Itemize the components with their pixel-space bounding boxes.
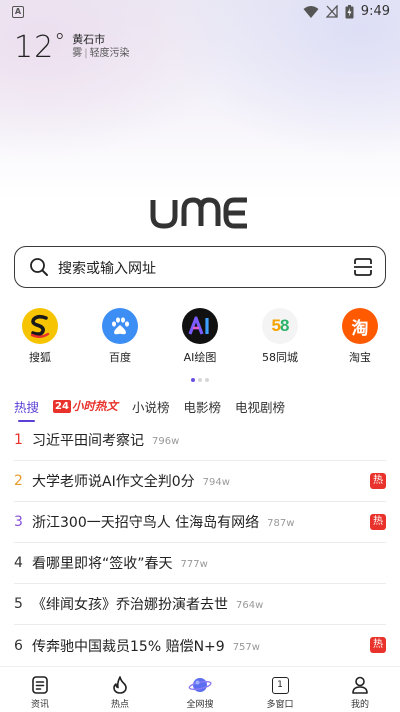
signal-off-icon xyxy=(325,5,338,18)
app-notification-icon: A xyxy=(12,6,24,18)
wifi-icon xyxy=(303,5,319,18)
item-count: 787w xyxy=(267,518,295,529)
search-icon xyxy=(30,258,48,276)
hot-list-item[interactable]: 2 大学老师说AI作文全判0分 794w 热 xyxy=(14,461,386,502)
planet-icon xyxy=(188,678,212,692)
rank-number: 6 xyxy=(14,637,23,654)
58-icon: 58 xyxy=(262,308,298,344)
item-count: 757w xyxy=(232,641,260,653)
sohu-icon xyxy=(22,308,58,344)
weather-condition: 雾 | 轻度污染 xyxy=(72,48,130,59)
shortcut-ai-drawing[interactable]: AI绘图 xyxy=(170,308,230,365)
rank-number: 3 xyxy=(14,514,23,530)
status-time: 9:49 xyxy=(360,4,390,19)
hot-list-item[interactable]: 1 习近平田间考察记 796w xyxy=(14,420,386,461)
shortcut-sohu[interactable]: 搜狐 xyxy=(10,308,70,365)
pager-dot xyxy=(205,378,209,382)
item-count: 777w xyxy=(180,559,208,570)
item-count: 764w xyxy=(236,600,264,611)
shortcut-taobao[interactable]: 淘 淘宝 xyxy=(330,308,390,365)
rank-number: 5 xyxy=(14,596,23,612)
item-count: 796w xyxy=(152,436,180,447)
shortcut-pager xyxy=(0,378,400,382)
rank-number: 4 xyxy=(14,555,23,571)
news-icon xyxy=(32,676,48,694)
shortcut-58[interactable]: 58 58同城 xyxy=(250,308,310,365)
ai-drawing-icon xyxy=(182,308,218,344)
status-bar: A 9:49 xyxy=(0,0,400,24)
weather-city: 黄石市 xyxy=(72,33,106,46)
tab-movie-rank[interactable]: 电影榜 xyxy=(183,397,221,416)
hot-badge: 热 xyxy=(370,473,386,489)
nav-profile[interactable]: 我的 xyxy=(320,667,400,712)
rank-number: 1 xyxy=(14,432,23,448)
nav-web-search[interactable]: 全网搜 xyxy=(160,667,240,712)
item-title: 传奔驰中国裁员15% 赔偿N+9 xyxy=(32,638,225,655)
bottom-nav: 资讯 热点 全网搜 1 多窗口 我的 xyxy=(0,666,400,712)
rank-number: 2 xyxy=(14,473,23,489)
shortcut-baidu[interactable]: 百度 xyxy=(90,308,150,365)
profile-icon xyxy=(352,676,368,694)
item-title: 习近平田间考察记 xyxy=(32,433,144,449)
ume-logo xyxy=(0,196,400,234)
hot-list: 1 习近平田间考察记 796w 2 大学老师说AI作文全判0分 794w 热 3… xyxy=(14,420,386,666)
nav-multi-window[interactable]: 1 多窗口 xyxy=(240,667,320,712)
hot-badge: 热 xyxy=(370,637,386,653)
tab-novel-rank[interactable]: 小说榜 xyxy=(132,397,170,416)
pager-dot xyxy=(198,378,202,382)
search-placeholder: 搜索或输入网址 xyxy=(58,261,156,277)
hot-tabs: 热搜 24 小时热文 小说榜 电影榜 电视剧榜 xyxy=(14,394,299,422)
taobao-icon: 淘 xyxy=(342,308,378,344)
pager-dot-active xyxy=(191,378,195,382)
shortcut-grid: 搜狐 百度 AI绘图 58 58同城 淘 淘宝 xyxy=(0,308,400,372)
flame-icon xyxy=(113,676,127,694)
tab-24h-hot-articles[interactable]: 24 小时热文 xyxy=(53,398,118,414)
scan-icon[interactable] xyxy=(353,257,373,277)
battery-charging-icon xyxy=(345,4,354,18)
item-title: 浙江300一天招守鸟人 住海岛有网络 xyxy=(32,515,260,531)
baidu-icon xyxy=(102,308,138,344)
item-count: 794w xyxy=(202,477,230,488)
window-count-icon: 1 xyxy=(271,676,289,694)
hot-list-item[interactable]: 5 《绯闻女孩》乔治娜扮演者去世 764w xyxy=(14,584,386,625)
item-title: 看哪里即将“签收”春天 xyxy=(32,556,173,572)
item-title: 大学老师说AI作文全判0分 xyxy=(32,474,195,490)
hot-list-item[interactable]: 3 浙江300一天招守鸟人 住海岛有网络 787w 热 xyxy=(14,502,386,543)
search-bar[interactable]: 搜索或输入网址 xyxy=(14,246,386,288)
weather-widget[interactable]: 12° 黄石市 雾 | 轻度污染 xyxy=(14,32,130,64)
item-title: 《绯闻女孩》乔治娜扮演者去世 xyxy=(32,597,228,613)
temperature: 12° xyxy=(14,30,67,65)
nav-news[interactable]: 资讯 xyxy=(0,667,80,712)
tab-tv-rank[interactable]: 电视剧榜 xyxy=(235,397,285,416)
hot-list-item[interactable]: 6 传奔驰中国裁员15% 赔偿N+9 757w 热 xyxy=(14,625,386,666)
hot-badge: 热 xyxy=(370,514,386,530)
tab-hot-search[interactable]: 热搜 xyxy=(14,397,39,422)
hot-list-item[interactable]: 4 看哪里即将“签收”春天 777w xyxy=(14,543,386,584)
nav-hot[interactable]: 热点 xyxy=(80,667,160,712)
